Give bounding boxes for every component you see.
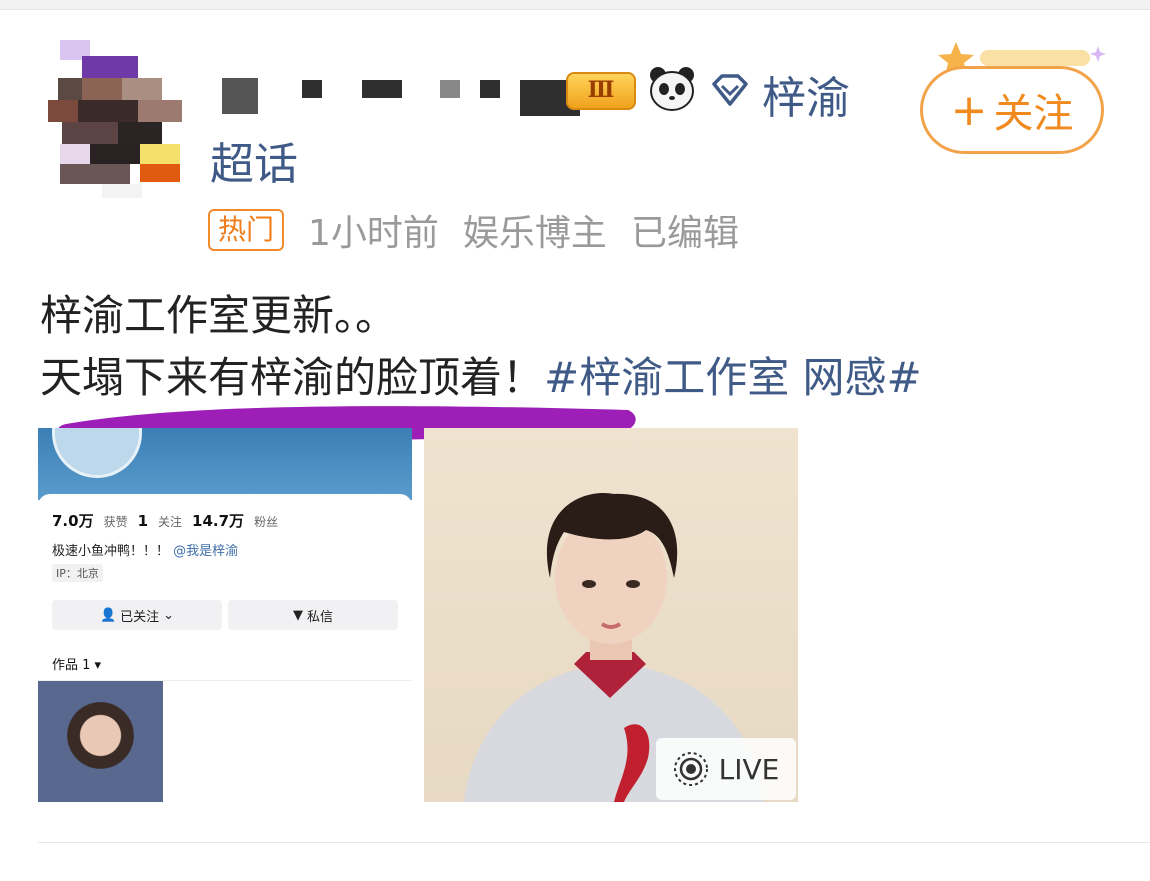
- post-time: 1小时前: [308, 213, 439, 254]
- supertopic-name[interactable]: 梓渝: [762, 62, 850, 126]
- message-button: ▼ 私信: [228, 600, 398, 630]
- likes-count: 7.0万: [52, 512, 94, 530]
- top-bar: [0, 0, 1150, 10]
- send-icon: ▼: [292, 607, 303, 623]
- live-photo-icon: [673, 752, 708, 786]
- live-badge[interactable]: LIVE: [656, 738, 796, 800]
- profile-stats: 7.0万 获赞 1 关注 14.7万 粉丝: [52, 510, 278, 531]
- post-meta: 热门 1小时前 娱乐博主 已编辑: [208, 204, 739, 256]
- profile-bio: 极速小鱼冲鸭！！！ @我是梓渝: [52, 540, 238, 559]
- avatar[interactable]: [42, 36, 182, 200]
- fans-label: 粉丝: [254, 515, 279, 529]
- bio-mention: @我是梓渝: [173, 544, 239, 559]
- panda-icon: [650, 67, 694, 111]
- censored-name-block: [222, 78, 258, 114]
- edited-label[interactable]: 已编辑: [631, 204, 739, 256]
- post-image-portrait[interactable]: LIVE: [424, 428, 798, 802]
- post-image-profile[interactable]: 7.0万 获赞 1 关注 14.7万 粉丝 极速小鱼冲鸭！！！ @我是梓渝 IP：北京…: [38, 428, 412, 802]
- followed-label: 已关注: [120, 609, 160, 625]
- post-text: 天塌下来有梓渝的脸顶着！: [40, 353, 545, 402]
- censored-name-block: [440, 80, 460, 98]
- fans-count: 14.7万: [192, 512, 245, 530]
- level-badge: Ⅲ: [566, 72, 636, 110]
- bio-text: 极速小鱼冲鸭！！！: [52, 544, 170, 559]
- following-label: 关注: [158, 515, 183, 529]
- message-label: 私信: [306, 609, 333, 625]
- hot-badge: 热门: [208, 209, 285, 251]
- author-role: 娱乐博主: [462, 213, 607, 254]
- ip-tag: IP：北京: [52, 564, 103, 582]
- diamond-icon: [712, 74, 748, 106]
- divider: [38, 842, 1150, 843]
- supertopic-suffix[interactable]: 超话: [210, 128, 298, 192]
- following-count: 1: [137, 512, 149, 530]
- chevron-down-icon: ⌄: [163, 607, 175, 623]
- censored-name-block: [362, 80, 402, 98]
- likes-label: 获赞: [103, 515, 128, 529]
- censored-name-block: [302, 80, 322, 98]
- live-label: LIVE: [718, 752, 780, 786]
- follow-button[interactable]: + 关注: [920, 66, 1104, 154]
- follow-label: 关注: [993, 91, 1074, 137]
- profile-buttons: 👤 已关注 ⌄ ▼ 私信: [52, 600, 398, 630]
- plus-icon: +: [950, 84, 988, 136]
- followed-button: 👤 已关注 ⌄: [52, 600, 222, 630]
- censored-name-block: [480, 80, 500, 98]
- hashtag-link[interactable]: #梓渝工作室 网感#: [544, 353, 922, 402]
- user-icon: 👤: [99, 607, 117, 623]
- works-tab: 作品 1 ▾: [52, 658, 102, 673]
- post-text-line-1: 梓渝工作室更新。。: [40, 291, 398, 340]
- work-thumbnail: [38, 681, 163, 802]
